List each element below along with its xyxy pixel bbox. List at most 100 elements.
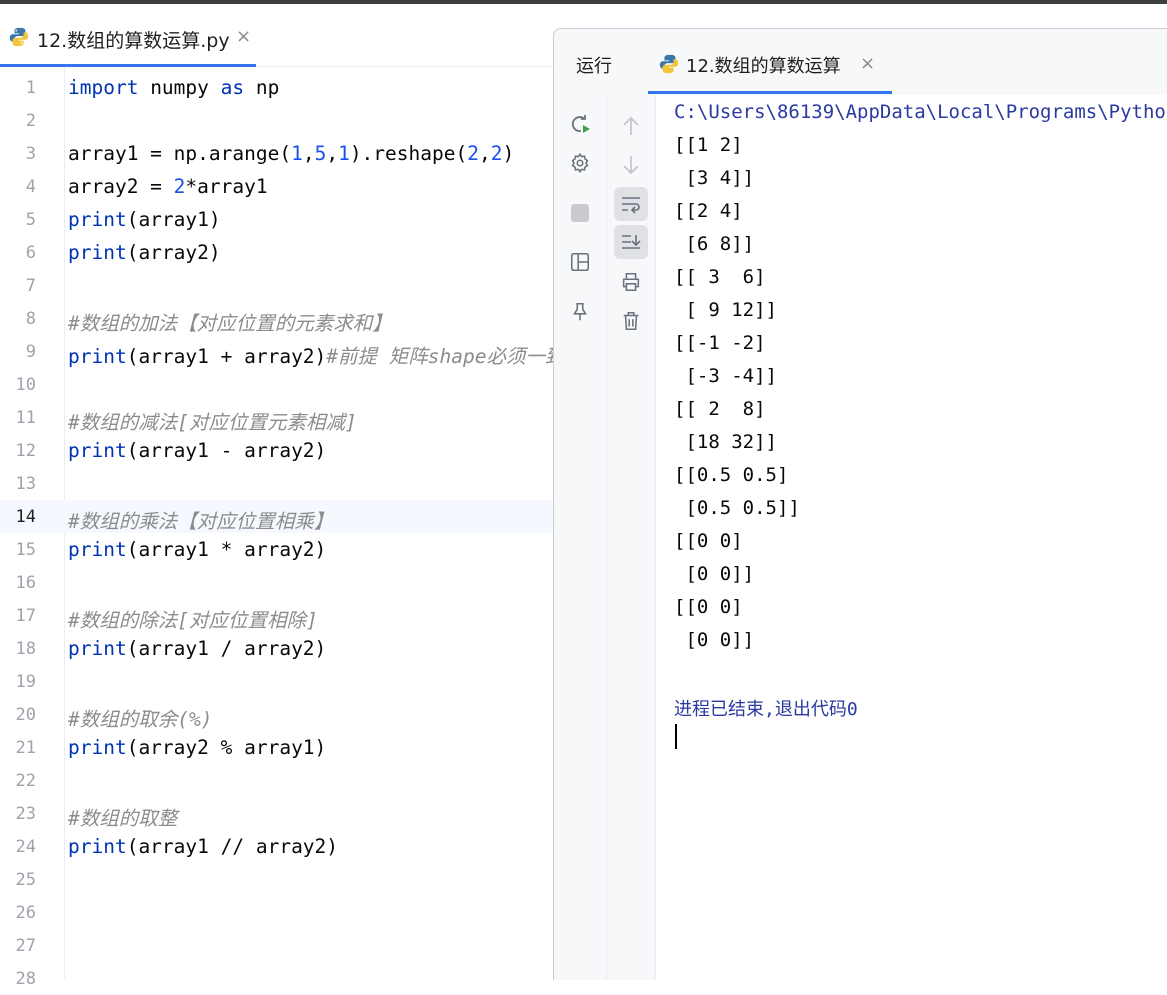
close-run-tab-icon[interactable]: × bbox=[860, 53, 875, 74]
code-line[interactable]: 1 import numpy as np bbox=[0, 71, 560, 104]
code-line[interactable]: 14 #数组的乘法【对应位置相乘】 bbox=[0, 500, 560, 533]
code-line[interactable]: 2 bbox=[0, 104, 560, 137]
code-text: array1 = np.arange(1,5,1).reshape(2,2) bbox=[68, 142, 515, 165]
run-header: 运行 12.数组的算数运算 × bbox=[554, 29, 1167, 95]
console-output-line: [6 8]] bbox=[674, 233, 755, 255]
code-line[interactable]: 22 bbox=[0, 764, 560, 797]
code-line[interactable]: 24 print(array1 // array2) bbox=[0, 830, 560, 863]
code-line[interactable]: 7 bbox=[0, 269, 560, 302]
code-line[interactable]: 16 bbox=[0, 566, 560, 599]
editor-file-tab[interactable]: 12.数组的算数运算.py × bbox=[0, 4, 260, 67]
code-line[interactable]: 12 print(array1 - array2) bbox=[0, 434, 560, 467]
code-line[interactable]: 9 print(array1 + array2)#前提 矩阵shape必须一致 bbox=[0, 335, 565, 368]
console-output-line: [[ 2 8] bbox=[674, 398, 766, 420]
code-text: #数组的取整 bbox=[68, 807, 178, 830]
code-line[interactable]: 27 bbox=[0, 929, 560, 962]
run-toolbar-secondary bbox=[606, 95, 656, 980]
line-number: 23 bbox=[15, 804, 36, 824]
console-output-line: [[2 4] bbox=[674, 200, 743, 222]
code-line[interactable]: 11 #数组的减法[对应位置元素相减] bbox=[0, 401, 560, 434]
code-line[interactable]: 13 bbox=[0, 467, 560, 500]
code-line[interactable]: 17 #数组的除法[对应位置相除] bbox=[0, 599, 560, 632]
editor-tab-bar: 12.数组的算数运算.py × bbox=[0, 4, 560, 67]
console-output-line: [[0.5 0.5] bbox=[674, 464, 789, 486]
line-number: 28 bbox=[15, 969, 36, 989]
line-number: 9 bbox=[25, 342, 36, 362]
code-line[interactable]: 5 print(array1) bbox=[0, 203, 560, 236]
code-text: #数组的乘法【对应位置相乘】 bbox=[68, 510, 334, 533]
line-number: 14 bbox=[15, 507, 36, 527]
code-line[interactable]: 26 bbox=[0, 896, 560, 929]
soft-wrap-icon[interactable] bbox=[614, 187, 648, 221]
code-text: #数组的加法【对应位置的元素求和】 bbox=[68, 312, 392, 335]
line-number: 21 bbox=[15, 738, 36, 758]
code-line[interactable]: 15 print(array1 * array2) bbox=[0, 533, 560, 566]
run-panel-title: 运行 bbox=[576, 56, 612, 77]
editor-tab-filename: 12.数组的算数运算.py bbox=[37, 30, 230, 52]
line-number: 5 bbox=[25, 210, 36, 230]
code-editor: 12.数组的算数运算.py × 1 import numpy as np 2 3 arr… bbox=[0, 4, 565, 989]
code-text: print(array1 * array2) bbox=[68, 538, 327, 561]
pin-icon[interactable] bbox=[563, 295, 597, 329]
code-line[interactable]: 23 #数组的取整 bbox=[0, 797, 560, 830]
code-line[interactable]: 8 #数组的加法【对应位置的元素求和】 bbox=[0, 302, 560, 335]
code-text: import numpy as np bbox=[68, 76, 280, 99]
print-icon[interactable] bbox=[614, 265, 648, 299]
console-output-line: [18 32]] bbox=[674, 431, 777, 453]
code-line[interactable]: 25 bbox=[0, 863, 560, 896]
line-number: 26 bbox=[15, 903, 36, 923]
line-number: 20 bbox=[15, 705, 36, 725]
rerun-icon[interactable] bbox=[563, 107, 597, 141]
code-text: print(array1 / array2) bbox=[68, 637, 327, 660]
code-text: print(array1 + array2)#前提 矩阵shape必须一致 bbox=[68, 345, 565, 368]
code-line[interactable]: 21 print(array2 % array1) bbox=[0, 731, 560, 764]
console-output-line: [0 0]] bbox=[674, 563, 755, 585]
code-line[interactable]: 18 print(array1 / array2) bbox=[0, 632, 560, 665]
layout-icon[interactable] bbox=[563, 245, 597, 279]
line-number: 1 bbox=[25, 78, 36, 98]
line-number: 16 bbox=[15, 573, 36, 593]
line-number: 27 bbox=[15, 936, 36, 956]
console-output-line: [0 0]] bbox=[674, 629, 755, 651]
close-tab-icon[interactable]: × bbox=[236, 26, 251, 47]
code-text: print(array2 % array1) bbox=[68, 736, 327, 759]
active-run-tab-indicator bbox=[648, 91, 892, 94]
python-icon bbox=[658, 53, 680, 79]
arrow-up-icon[interactable] bbox=[614, 109, 648, 143]
trash-icon[interactable] bbox=[614, 304, 648, 338]
code-area[interactable]: 1 import numpy as np 2 3 array1 = np.arange(… bbox=[0, 67, 565, 989]
code-text: print(array1 // array2) bbox=[68, 835, 339, 858]
line-number: 24 bbox=[15, 837, 36, 857]
arrow-down-icon[interactable] bbox=[614, 148, 648, 182]
line-number: 12 bbox=[15, 441, 36, 461]
run-tab-label: 12.数组的算数运算 bbox=[686, 56, 841, 77]
code-line[interactable]: 4 array2 = 2*array1 bbox=[0, 170, 560, 203]
run-tool-window: 运行 12.数组的算数运算 × C:\Users\86139\AppData\L… bbox=[553, 28, 1167, 980]
code-text: array2 = 2*array1 bbox=[68, 175, 268, 198]
line-number: 13 bbox=[15, 474, 36, 494]
line-number: 11 bbox=[15, 408, 36, 428]
line-number: 18 bbox=[15, 639, 36, 659]
console-output-line: [[-1 -2] bbox=[674, 332, 766, 354]
run-toolbar-primary bbox=[554, 95, 607, 980]
run-console[interactable]: C:\Users\86139\AppData\Local\Programs\Py… bbox=[656, 95, 1167, 980]
run-config-tab[interactable]: 12.数组的算数运算 × bbox=[648, 29, 892, 95]
line-number: 19 bbox=[15, 672, 36, 692]
line-number: 25 bbox=[15, 870, 36, 890]
scroll-to-end-icon[interactable] bbox=[614, 225, 648, 259]
code-line[interactable]: 20 #数组的取余(%) bbox=[0, 698, 560, 731]
line-number: 10 bbox=[15, 375, 36, 395]
line-number: 3 bbox=[25, 144, 36, 164]
code-text: #数组的除法[对应位置相除] bbox=[68, 609, 318, 632]
line-number: 4 bbox=[25, 177, 36, 197]
line-number: 17 bbox=[15, 606, 36, 626]
code-text: print(array1) bbox=[68, 208, 221, 231]
code-line[interactable]: 10 bbox=[0, 368, 560, 401]
console-command-line: C:\Users\86139\AppData\Local\Programs\Py… bbox=[674, 101, 1167, 123]
stop-icon[interactable] bbox=[563, 196, 597, 230]
settings-gear-icon[interactable] bbox=[563, 146, 597, 180]
code-line[interactable]: 3 array1 = np.arange(1,5,1).reshape(2,2) bbox=[0, 137, 560, 170]
code-line[interactable]: 19 bbox=[0, 665, 560, 698]
code-line[interactable]: 6 print(array2) bbox=[0, 236, 560, 269]
console-exit-message: 进程已结束,退出代码0 bbox=[674, 699, 858, 720]
